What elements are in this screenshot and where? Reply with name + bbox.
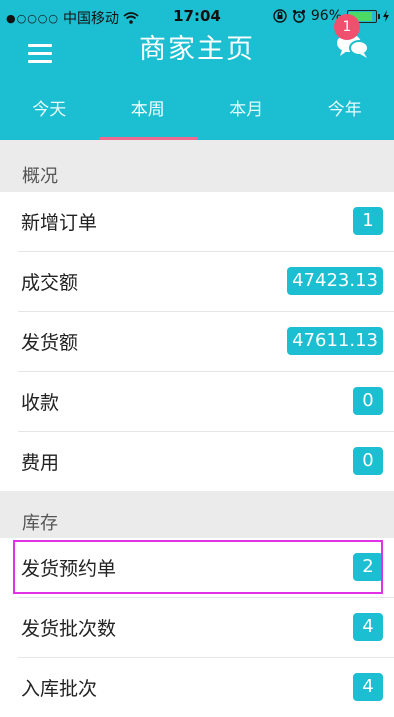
- list-item-inbound-batches[interactable]: 入库批次 4: [18, 658, 394, 717]
- tab-this-year[interactable]: 今年: [296, 82, 394, 140]
- status-right: 96%: [273, 8, 390, 24]
- row-value-badge: 4: [353, 673, 383, 701]
- row-label: 发货批次数: [21, 614, 116, 641]
- list-item-expenses[interactable]: 费用 0: [18, 432, 394, 491]
- row-value-badge: 1: [353, 207, 383, 235]
- row-label: 成交额: [21, 268, 78, 295]
- message-badge: 1: [334, 14, 360, 40]
- tab-today[interactable]: 今天: [0, 82, 99, 140]
- row-label: 入库批次: [21, 674, 97, 701]
- row-value-badge: 2: [353, 553, 383, 581]
- row-value-badge: 47423.13: [287, 267, 383, 295]
- tab-this-month[interactable]: 本月: [197, 82, 296, 140]
- alarm-icon: [292, 9, 306, 23]
- row-label: 发货预约单: [21, 554, 116, 581]
- row-value-badge: 0: [353, 447, 383, 475]
- section-inventory-label: 库存: [22, 509, 58, 535]
- row-value-badge: 4: [353, 613, 383, 641]
- list-item-shipping-reservations[interactable]: 发货预约单 2: [18, 538, 394, 598]
- list-item-shipping-batches[interactable]: 发货批次数 4: [18, 598, 394, 658]
- row-value-badge: 47611.13: [287, 327, 383, 355]
- tab-this-week[interactable]: 本周: [99, 82, 198, 140]
- row-label: 新增订单: [21, 208, 97, 235]
- inventory-list: 发货预约单 2 发货批次数 4 入库批次 4: [0, 538, 394, 717]
- list-item-turnover[interactable]: 成交额 47423.13: [18, 252, 394, 312]
- app-header: 商家主页 1: [0, 34, 394, 82]
- section-overview-label: 概况: [22, 162, 58, 188]
- row-label: 费用: [21, 448, 59, 475]
- row-label: 收款: [21, 388, 59, 415]
- list-item-shipped-amount[interactable]: 发货额 47611.13: [18, 312, 394, 372]
- row-value-badge: 0: [353, 387, 383, 415]
- orientation-lock-icon: [273, 9, 287, 23]
- chat-icon[interactable]: 1: [336, 32, 370, 66]
- charging-icon: [382, 10, 390, 22]
- list-item-new-orders[interactable]: 新增订单 1: [18, 192, 394, 252]
- overview-list: 新增订单 1 成交额 47423.13 发货额 47611.13 收款 0 费用…: [0, 192, 394, 491]
- list-item-receipts[interactable]: 收款 0: [18, 372, 394, 432]
- row-label: 发货额: [21, 328, 78, 355]
- period-tabs: 今天 本周 本月 今年: [0, 82, 394, 140]
